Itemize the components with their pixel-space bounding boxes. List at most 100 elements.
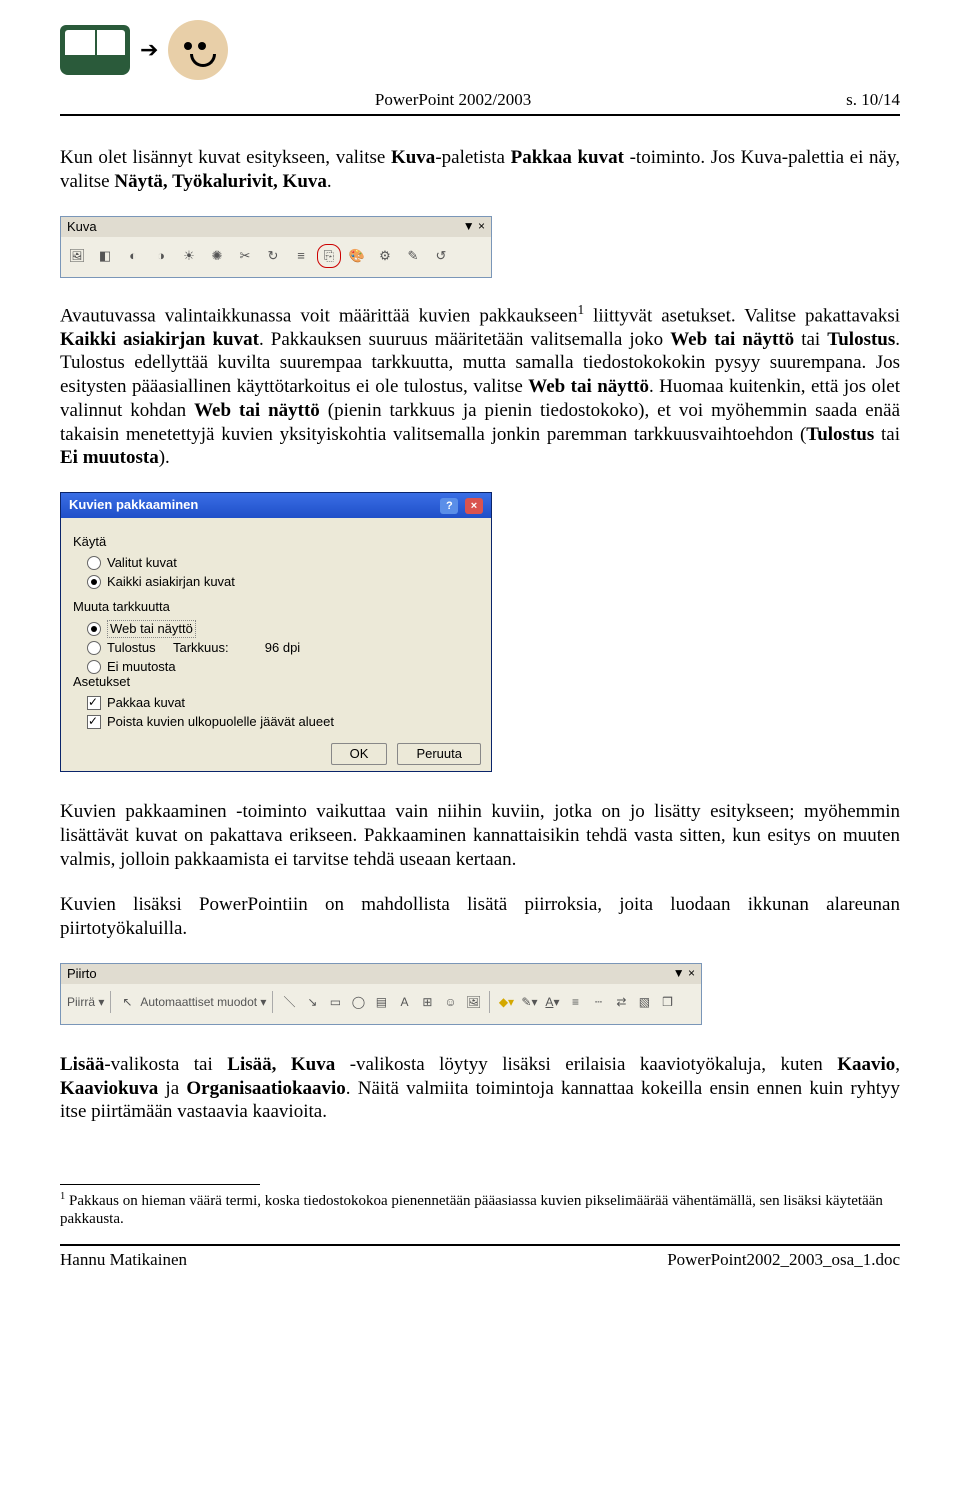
check-pakkaa-kuvat[interactable]: Pakkaa kuvat bbox=[87, 694, 479, 712]
autoshapes-menu[interactable]: Automaattiset muodot ▾ bbox=[140, 992, 266, 1012]
diagram-icon[interactable]: ⊞ bbox=[417, 992, 437, 1012]
paragraph-1: Kun olet lisännyt kuvat esitykseen, vali… bbox=[60, 146, 900, 194]
clipart-icon[interactable]: ☺ bbox=[440, 992, 460, 1012]
p2-e: Web tai näyttö bbox=[670, 329, 794, 350]
kuva-toolbar: Kuva ▼ × 🖼 ◧ ◐ ◑ ☀ ✺ ✂ ↻ ≡ ⎘ 🎨 ⚙ ✎ ↺ bbox=[60, 216, 492, 278]
tarkkuus-row: Tarkkuus: 96 dpi bbox=[173, 640, 479, 656]
format-picture-icon[interactable]: ⚙ bbox=[373, 244, 397, 268]
draw-menu[interactable]: Piirrä ▾ bbox=[67, 992, 104, 1012]
radio-valitut-kuvat[interactable]: Valitut kuvat bbox=[87, 554, 479, 572]
3d-icon[interactable]: ❒ bbox=[657, 992, 677, 1012]
radio-kaikki-kuvat[interactable]: Kaikki asiakirjan kuvat bbox=[87, 573, 479, 591]
dialog-titlebar: Kuvien pakkaaminen ? × bbox=[61, 493, 491, 518]
textbox-icon[interactable]: ▤ bbox=[371, 992, 391, 1012]
header-center-title: PowerPoint 2002/2003 bbox=[375, 90, 531, 110]
p2-g: Tulostus bbox=[827, 329, 895, 350]
contrast-more-icon[interactable]: ◐ bbox=[121, 244, 145, 268]
line-style-icon[interactable]: ≡ bbox=[565, 992, 585, 1012]
face-icon bbox=[168, 20, 228, 80]
check-poista-alueet[interactable]: Poista kuvien ulkopuolelle jäävät alueet bbox=[87, 713, 479, 731]
page-footer: Hannu Matikainen PowerPoint2002_2003_osa… bbox=[60, 1244, 900, 1270]
line-style-icon[interactable]: ≡ bbox=[289, 244, 313, 268]
p5-i: Organisaatiokaavio bbox=[186, 1078, 345, 1099]
p1-g: . bbox=[327, 171, 332, 192]
help-icon[interactable]: ? bbox=[440, 498, 458, 514]
close-icon[interactable]: ▼ × bbox=[463, 219, 485, 234]
paragraph-3: Kuvien pakkaaminen -toiminto vaikuttaa v… bbox=[60, 800, 900, 871]
dialog-title-text: Kuvien pakkaaminen bbox=[69, 497, 198, 514]
radio-label: Ei muutosta bbox=[107, 659, 176, 675]
kuva-toolbar-title: Kuva ▼ × bbox=[61, 217, 491, 237]
wordart-icon[interactable]: A bbox=[394, 992, 414, 1012]
p1-a: Kun olet lisännyt kuvat esitykseen, vali… bbox=[60, 147, 391, 168]
p1-f: Näytä, Työkalurivit, Kuva bbox=[114, 171, 327, 192]
footnote-text: Pakkaus on hieman väärä termi, koska tie… bbox=[60, 1193, 883, 1227]
select-icon[interactable]: ↖ bbox=[117, 992, 137, 1012]
p2-m: Tulostus bbox=[806, 424, 874, 445]
tarkkuus-label: Tarkkuus: bbox=[173, 640, 229, 655]
paragraph-2: Avautuvassa valintaikkunassa voit määrit… bbox=[60, 302, 900, 471]
kuva-toolbar-title-text: Kuva bbox=[67, 219, 97, 235]
group-kayta: Käytä bbox=[73, 534, 479, 550]
rectangle-icon[interactable]: ▭ bbox=[325, 992, 345, 1012]
p5-h: ja bbox=[158, 1078, 186, 1099]
p2-n: tai bbox=[874, 424, 900, 445]
transparent-color-icon[interactable]: ✎ bbox=[401, 244, 425, 268]
insert-picture-icon[interactable]: 🖼 bbox=[463, 992, 483, 1012]
piirto-toolbar: Piirto ▼ × Piirrä ▾ ↖ Automaattiset muod… bbox=[60, 963, 702, 1025]
compress-dialog: Kuvien pakkaaminen ? × Käytä Valitut kuv… bbox=[60, 492, 492, 772]
p2-a: Avautuvassa valintaikkunassa voit määrit… bbox=[60, 305, 577, 326]
p2-d: . Pakkauksen suuruus määritetään valitse… bbox=[259, 329, 670, 350]
book-icon bbox=[60, 25, 130, 75]
piirto-toolbar-title-text: Piirto bbox=[67, 966, 97, 982]
p5-e: Kaavio bbox=[837, 1054, 895, 1075]
check-label: Poista kuvien ulkopuolelle jäävät alueet bbox=[107, 714, 334, 730]
radio-ei-muutosta[interactable]: Ei muutosta bbox=[87, 658, 479, 676]
group-tarkkuus: Muuta tarkkuutta bbox=[73, 599, 479, 615]
compress-pictures-icon[interactable]: ⎘ bbox=[317, 244, 341, 268]
cancel-button[interactable]: Peruuta bbox=[397, 743, 481, 765]
p5-g: Kaaviokuva bbox=[60, 1078, 158, 1099]
radio-label: Web tai näyttö bbox=[107, 620, 196, 638]
recolor-icon[interactable]: 🎨 bbox=[345, 244, 369, 268]
oval-icon[interactable]: ◯ bbox=[348, 992, 368, 1012]
radio-web-naytto[interactable]: Web tai näyttö bbox=[87, 619, 479, 639]
tarkkuus-value: 96 dpi bbox=[265, 640, 300, 655]
p2-p: ). bbox=[159, 447, 170, 468]
p1-b: Kuva bbox=[391, 147, 435, 168]
brightness-less-icon[interactable]: ✺ bbox=[205, 244, 229, 268]
shadow-icon[interactable]: ▧ bbox=[634, 992, 654, 1012]
arrow-icon[interactable]: ↘ bbox=[302, 992, 322, 1012]
p5-b: -valikosta tai bbox=[104, 1054, 227, 1075]
p1-c: -paletista bbox=[435, 147, 510, 168]
line-icon[interactable]: ＼ bbox=[279, 992, 299, 1012]
page-header: PowerPoint 2002/2003 s. 10/14 bbox=[60, 90, 900, 116]
footer-filename: PowerPoint2002_2003_osa_1.doc bbox=[667, 1250, 900, 1270]
page-number: s. 10/14 bbox=[846, 90, 900, 110]
reset-picture-icon[interactable]: ↺ bbox=[429, 244, 453, 268]
check-label: Pakkaa kuvat bbox=[107, 695, 185, 711]
p2-b: liittyvät asetukset. Valitse pakattavaks… bbox=[584, 305, 900, 326]
arrow-style-icon[interactable]: ⇄ bbox=[611, 992, 631, 1012]
paragraph-5: Lisää-valikosta tai Lisää, Kuva -valikos… bbox=[60, 1053, 900, 1124]
p2-c: Kaikki asiakirjan kuvat bbox=[60, 329, 259, 350]
font-color-icon[interactable]: A▾ bbox=[542, 992, 562, 1012]
crop-icon[interactable]: ✂ bbox=[233, 244, 257, 268]
radio-label: Kaikki asiakirjan kuvat bbox=[107, 574, 235, 590]
rotate-icon[interactable]: ↻ bbox=[261, 244, 285, 268]
contrast-less-icon[interactable]: ◑ bbox=[149, 244, 173, 268]
insert-picture-icon[interactable]: 🖼 bbox=[65, 244, 89, 268]
line-color-icon[interactable]: ✎▾ bbox=[519, 992, 539, 1012]
ok-button[interactable]: OK bbox=[331, 743, 388, 765]
radio-label: Tulostus bbox=[107, 640, 156, 656]
header-logo-row: ➔ bbox=[60, 20, 900, 80]
close-icon[interactable]: × bbox=[465, 498, 483, 514]
p5-a: Lisää bbox=[60, 1054, 104, 1075]
p2-k: Web tai näyttö bbox=[194, 400, 320, 421]
dash-style-icon[interactable]: ┄ bbox=[588, 992, 608, 1012]
color-icon[interactable]: ◧ bbox=[93, 244, 117, 268]
close-icon[interactable]: ▼ × bbox=[673, 966, 695, 981]
brightness-more-icon[interactable]: ☀ bbox=[177, 244, 201, 268]
fill-color-icon[interactable]: ◆▾ bbox=[496, 992, 516, 1012]
p2-o: Ei muutosta bbox=[60, 447, 159, 468]
